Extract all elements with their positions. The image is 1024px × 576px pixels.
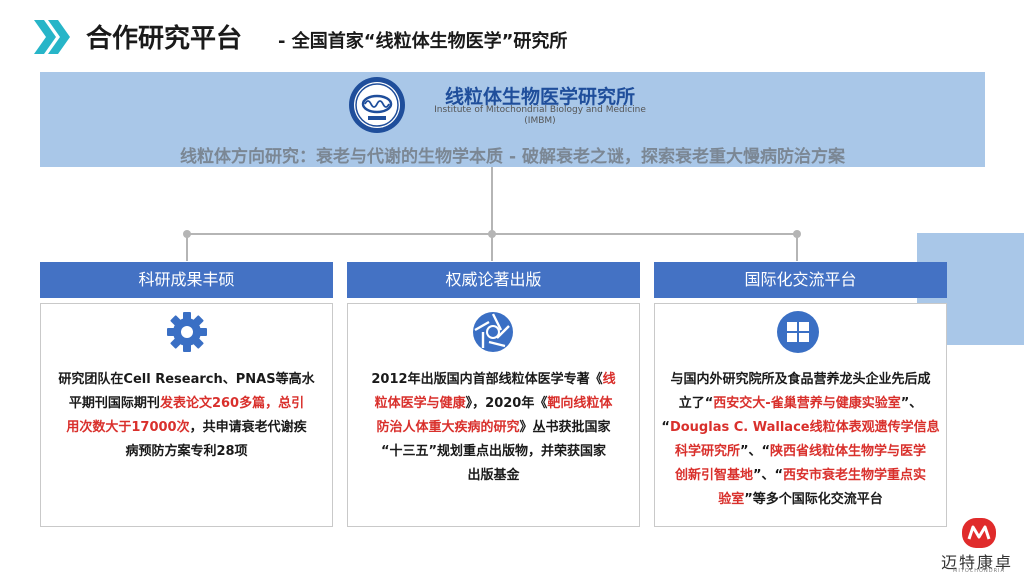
- highlight-text: 线: [602, 372, 616, 387]
- text-line: 研究团队在Cell Research、PNAS等高水: [40, 368, 333, 392]
- text-line: 验室”等多个国际化交流平台: [654, 488, 947, 512]
- research-direction: 线粒体方向研究：衰老与代谢的生物学本质 - 破解衰老之谜，探索衰老重大慢病防治方…: [180, 147, 845, 167]
- highlight-text: 创新引智基地: [674, 468, 753, 483]
- body-text: 平期刊国际期刊: [68, 396, 160, 411]
- connector-dot: [793, 230, 801, 238]
- institute-logo-icon: [349, 77, 405, 133]
- double-chevron-icon: [34, 20, 70, 54]
- text-line: “十三五”规划重点出版物，并荣获国家: [347, 440, 640, 464]
- highlight-text: 西安交大-雀巢营养与健康实验室: [713, 396, 901, 411]
- column-text-international: 与国内外研究院所及食品营养龙头企业先后成 立了“西安交大-雀巢营养与健康实验室”、…: [654, 368, 947, 512]
- highlight-text: 科学研究所: [674, 444, 740, 459]
- connector-dot: [488, 230, 496, 238]
- highlight-text: 陕西省线粒体生物学与医学: [770, 444, 927, 459]
- highlight-text: 用次数大于17000次: [66, 420, 190, 435]
- text-line: 粒体医学与健康》，2020年《靶向线粒体: [347, 392, 640, 416]
- body-text: 研究团队在Cell Research、PNAS等高水: [58, 372, 315, 387]
- body-text: 出版基金: [467, 468, 520, 483]
- text-line: 立了“西安交大-雀巢营养与健康实验室”、: [654, 392, 947, 416]
- text-line: 病预防方案专利28项: [40, 440, 333, 464]
- brand-logo-icon: [962, 518, 996, 548]
- body-text: 》，2020年《: [465, 396, 548, 411]
- connector-dot: [183, 230, 191, 238]
- text-line: 平期刊国际期刊发表论文260多篇，总引: [40, 392, 333, 416]
- text-line: “Douglas C. Wallace线粒体表观遗传学信息: [654, 416, 947, 440]
- windows-icon: [777, 311, 819, 353]
- column-heading-research: 科研成果丰硕: [40, 262, 333, 298]
- text-line: 出版基金: [347, 464, 640, 488]
- page-title: 合作研究平台: [86, 24, 243, 54]
- body-text: ，共申请衰老代谢疾: [189, 420, 307, 435]
- highlight-text: 靶向线粒体: [547, 396, 613, 411]
- body-text: “十三五”规划重点出版物，并荣获国家: [380, 444, 607, 459]
- column-text-publications: 2012年出版国内首部线粒体医学专著《线 粒体医学与健康》，2020年《靶向线粒体…: [347, 368, 640, 488]
- connector-trunk: [491, 167, 493, 234]
- column-heading-international: 国际化交流平台: [654, 262, 947, 298]
- institute-name-en: Institute of Mitochondrial Biology and M…: [415, 105, 665, 127]
- body-text: 》丛书获批国家: [519, 420, 611, 435]
- text-line: 用次数大于17000次，共申请衰老代谢疾: [40, 416, 333, 440]
- body-text: ”、“: [739, 444, 771, 459]
- highlight-text: 验室: [718, 492, 745, 507]
- text-line: 科学研究所”、“陕西省线粒体生物学与医学: [654, 440, 947, 464]
- gear-icon: [167, 312, 207, 352]
- body-text: 病预防方案专利28项: [125, 444, 248, 459]
- highlight-text: 发表论文260多篇，总引: [159, 396, 305, 411]
- body-text: ”、: [900, 396, 923, 411]
- brand-subtitle: MITOCHONDRIA: [953, 568, 1005, 574]
- text-line: 2012年出版国内首部线粒体医学专著《线: [347, 368, 640, 392]
- highlight-text: Douglas C. Wallace线粒体表观遗传学信息: [669, 420, 940, 435]
- body-text: 与国内外研究院所及食品营养龙头企业先后成: [670, 372, 931, 387]
- body-text: 2012年出版国内首部线粒体医学专著《: [371, 372, 603, 387]
- institute-abbr: (IMBM): [524, 116, 556, 126]
- institute-name-en-text: Institute of Mitochondrial Biology and M…: [434, 105, 646, 115]
- body-text: ”等多个国际化交流平台: [744, 492, 883, 507]
- column-text-research: 研究团队在Cell Research、PNAS等高水平期刊国际期刊发表论文260…: [40, 368, 333, 464]
- body-text: ”、“: [752, 468, 784, 483]
- text-line: 创新引智基地”、“西安市衰老生物学重点实: [654, 464, 947, 488]
- page-subtitle: - 全国首家“线粒体生物医学”研究所: [278, 31, 568, 52]
- body-text: “: [661, 420, 670, 435]
- highlight-text: 粒体医学与健康: [374, 396, 466, 411]
- aperture-icon: [473, 312, 513, 352]
- text-line: 防治人体重大疾病的研究》丛书获批国家: [347, 416, 640, 440]
- highlight-text: 西安市衰老生物学重点实: [783, 468, 927, 483]
- text-line: 与国内外研究院所及食品营养龙头企业先后成: [654, 368, 947, 392]
- highlight-text: 防治人体重大疾病的研究: [376, 420, 520, 435]
- column-heading-publications: 权威论著出版: [347, 262, 640, 298]
- body-text: 立了“: [678, 396, 714, 411]
